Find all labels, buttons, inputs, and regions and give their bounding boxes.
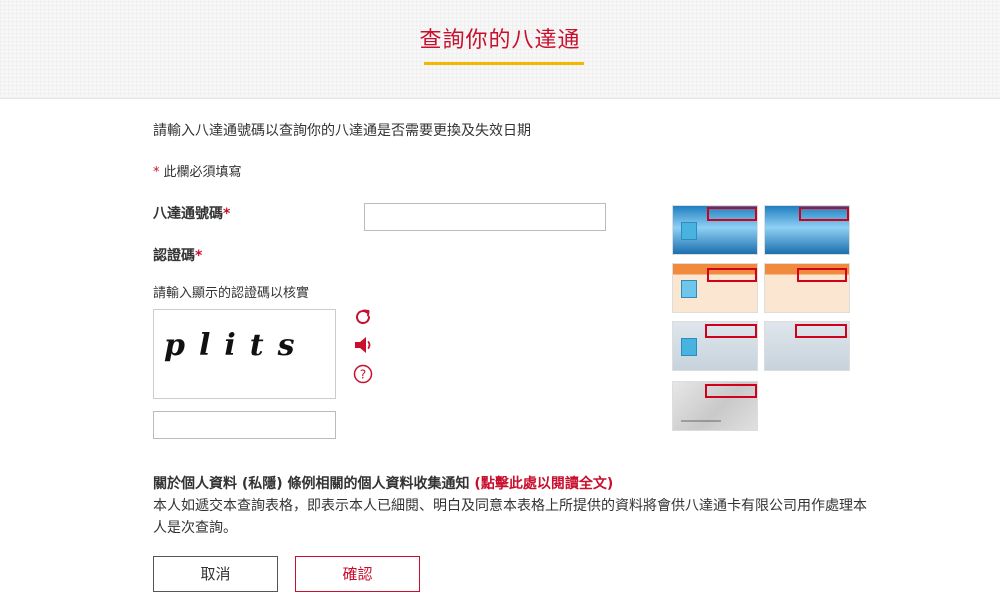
title-underline bbox=[424, 62, 584, 65]
captcha-image-text: plits bbox=[164, 328, 309, 363]
help-icon[interactable]: ? bbox=[352, 363, 374, 385]
octopus-card-orange-2 bbox=[764, 263, 850, 313]
octopus-card-grey-2 bbox=[764, 321, 850, 371]
card-number-location-guide bbox=[672, 205, 864, 435]
card-number-highlight bbox=[705, 324, 757, 338]
card-photo-area bbox=[681, 222, 697, 240]
captcha-input[interactable] bbox=[153, 411, 336, 439]
octopus-card-blue-2 bbox=[764, 205, 850, 255]
required-star: * bbox=[223, 206, 231, 222]
privacy-read-more-link[interactable]: (點擊此處以閱讀全文) bbox=[474, 476, 613, 492]
captcha-image: plits bbox=[153, 309, 336, 399]
confirm-button[interactable]: 確認 bbox=[295, 556, 420, 592]
required-star: * bbox=[195, 248, 203, 264]
svg-text:?: ? bbox=[360, 368, 366, 382]
card-number-highlight bbox=[705, 384, 757, 398]
card-detail-line bbox=[681, 420, 721, 422]
card-number-label: 八達通號碼* bbox=[153, 203, 230, 223]
octopus-card-grey-1 bbox=[672, 321, 758, 371]
octopus-card-silver bbox=[672, 381, 758, 431]
intro-text: 請輸入八達通號碼以查詢你的八達通是否需要更換及失效日期 bbox=[153, 123, 531, 139]
card-number-highlight bbox=[797, 268, 847, 282]
required-note-text: 此欄必須填寫 bbox=[163, 165, 242, 180]
cancel-button[interactable]: 取消 bbox=[153, 556, 278, 592]
card-photo-area bbox=[681, 280, 697, 298]
privacy-title-text: 關於個人資料 (私隱) 條例相關的個人資料收集通知 bbox=[153, 476, 475, 492]
privacy-notice-title: 關於個人資料 (私隱) 條例相關的個人資料收集通知 (點擊此處以閱讀全文) bbox=[153, 473, 613, 493]
captcha-label: 認證碼* bbox=[153, 245, 202, 265]
privacy-notice-body: 本人如遞交本查詢表格，即表示本人已細閱、明白及同意本表格上所提供的資料將會供八達… bbox=[153, 498, 867, 536]
page-title: 查詢你的八達通 bbox=[419, 28, 581, 53]
card-number-highlight bbox=[707, 207, 757, 221]
page-header: 查詢你的八達通 bbox=[0, 0, 1000, 99]
required-star: * bbox=[153, 165, 160, 180]
card-number-highlight bbox=[799, 207, 849, 221]
captcha-label-text: 認證碼 bbox=[153, 248, 195, 264]
card-photo-area bbox=[681, 338, 697, 356]
card-number-highlight bbox=[795, 324, 847, 338]
octopus-card-blue-1 bbox=[672, 205, 758, 255]
card-number-input[interactable] bbox=[364, 203, 606, 231]
required-note: * 此欄必須填寫 bbox=[153, 161, 242, 180]
speaker-icon[interactable] bbox=[352, 334, 374, 356]
card-number-label-text: 八達通號碼 bbox=[153, 206, 223, 222]
captcha-hint: 請輸入顯示的認證碼以核實 bbox=[153, 286, 310, 301]
card-number-highlight bbox=[707, 268, 757, 282]
refresh-icon[interactable] bbox=[352, 306, 374, 328]
octopus-card-orange-1 bbox=[672, 263, 758, 313]
